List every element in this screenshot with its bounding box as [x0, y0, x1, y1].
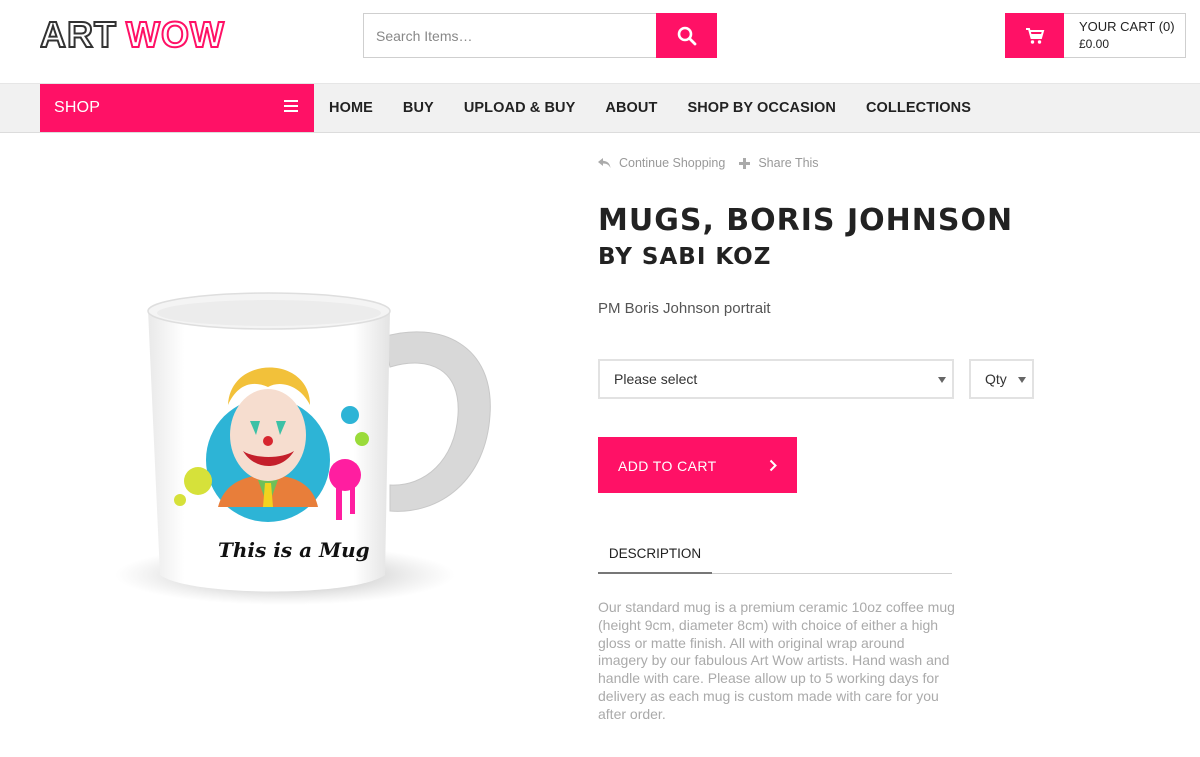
nav-item-home[interactable]: HOME — [314, 100, 388, 116]
artwow-logo[interactable]: ART WOW — [40, 14, 230, 54]
shop-menu-button[interactable]: SHOP — [40, 84, 314, 132]
splat-blue — [341, 406, 359, 424]
option-select[interactable]: Please select — [598, 359, 954, 399]
product-tabs: DESCRIPTION — [598, 538, 952, 574]
product-title: MUGS, BORIS JOHNSON — [598, 203, 1014, 238]
main-nav: SHOP HOME BUY UPLOAD & BUY ABOUT SHOP BY… — [0, 84, 1200, 133]
dropdown-arrow-icon — [938, 377, 946, 383]
splat-yellow — [184, 467, 212, 495]
chevron-right-icon — [769, 459, 777, 472]
mug-inner — [157, 300, 381, 326]
add-to-cart-button[interactable]: ADD TO CART — [598, 437, 797, 493]
nav-item-buy[interactable]: BUY — [388, 100, 449, 116]
hamburger-icon — [284, 100, 298, 112]
drip-pink-2 — [350, 480, 355, 514]
splat-yellow-small — [174, 494, 186, 506]
reply-arrow-icon — [598, 157, 611, 168]
splat-green — [355, 432, 369, 446]
mug-handle — [382, 331, 491, 512]
mug-caption: This is a Mug — [218, 538, 370, 562]
product-description: Our standard mug is a premium ceramic 10… — [598, 599, 955, 722]
drip-pink — [336, 480, 342, 520]
dropdown-arrow-icon — [1018, 377, 1026, 383]
qty-select[interactable]: Qty — [969, 359, 1034, 399]
product-subtitle: PM Boris Johnson portrait — [598, 300, 771, 317]
logo-wow-text: WOW — [126, 14, 225, 54]
cart-title: YOUR CART (0) — [1079, 19, 1175, 34]
nav-item-upload-buy[interactable]: UPLOAD & BUY — [449, 100, 591, 116]
nav-links: HOME BUY UPLOAD & BUY ABOUT SHOP BY OCCA… — [314, 84, 986, 132]
share-this-link[interactable]: Share This — [739, 156, 819, 170]
splat-pink — [329, 459, 361, 491]
product-artist[interactable]: BY SABI KOZ — [598, 242, 771, 272]
share-this-label: Share This — [758, 156, 819, 170]
search-icon — [677, 26, 696, 45]
site-header: ART WOW YOUR CART (0) £0.00 — [0, 0, 1200, 84]
cart-icon — [1025, 27, 1044, 44]
shop-label: SHOP — [54, 99, 101, 116]
search-box — [363, 13, 717, 58]
search-button[interactable] — [656, 13, 717, 58]
logo-art-text: ART — [40, 14, 117, 54]
option-select-value: Please select — [614, 371, 698, 387]
cart-widget[interactable]: YOUR CART (0) £0.00 — [1005, 13, 1186, 58]
product-actions: Continue Shopping Share This — [598, 156, 833, 170]
qty-select-value: Qty — [985, 371, 1007, 387]
product-image[interactable]: This is a Mug — [100, 275, 520, 620]
cart-total: £0.00 — [1079, 37, 1110, 51]
continue-shopping-label: Continue Shopping — [619, 156, 726, 170]
nav-item-shop-by-occasion[interactable]: SHOP BY OCCASION — [672, 100, 851, 116]
nav-item-collections[interactable]: COLLECTIONS — [851, 100, 986, 116]
search-input[interactable] — [364, 14, 656, 57]
cart-button[interactable] — [1005, 13, 1064, 58]
portrait-nose — [263, 436, 273, 446]
tab-description[interactable]: DESCRIPTION — [598, 538, 712, 574]
portrait-face — [230, 389, 306, 481]
nav-item-about[interactable]: ABOUT — [590, 100, 672, 116]
continue-shopping-link[interactable]: Continue Shopping — [598, 156, 725, 170]
add-to-cart-label: ADD TO CART — [618, 458, 717, 474]
plus-icon — [739, 157, 751, 169]
